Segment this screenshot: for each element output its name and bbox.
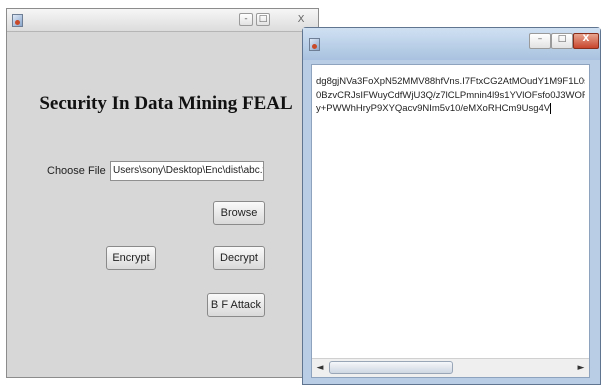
- ciphertext-panel: dg8gjNVa3FoXpN52MMV88hfVns.I7FtxCG2AtMOu…: [311, 64, 590, 378]
- horizontal-scrollbar[interactable]: ◄ ►: [312, 358, 589, 377]
- encrypt-button[interactable]: Encrypt: [106, 246, 156, 270]
- scroll-left-icon[interactable]: ◄: [312, 359, 328, 377]
- minimize-button[interactable]: -: [239, 13, 253, 26]
- minimize-button[interactable]: –: [529, 33, 551, 49]
- bf-attack-button[interactable]: B F Attack: [207, 293, 265, 317]
- text-caret: [550, 102, 552, 114]
- main-title-bar[interactable]: - □ X: [7, 9, 318, 32]
- choose-file-label: Choose File: [47, 165, 106, 177]
- page-title: Security In Data Mining FEAL: [39, 93, 293, 114]
- output-title-bar[interactable]: – □ X: [303, 28, 600, 60]
- decrypt-button[interactable]: Decrypt: [213, 246, 265, 270]
- file-path-field[interactable]: Users\sony\Desktop\Enc\dist\abc.txt: [110, 161, 264, 181]
- main-window: - □ X Security In Data Mining FEAL Choos…: [6, 8, 319, 378]
- maximize-button[interactable]: □: [256, 13, 270, 26]
- ciphertext-line: dg8gjNVa3FoXpN52MMV88hfVns.I7FtxCG2AtMOu…: [316, 76, 585, 87]
- close-button[interactable]: X: [293, 13, 309, 26]
- scrollbar-thumb[interactable]: [329, 361, 453, 374]
- browse-button[interactable]: Browse: [213, 201, 265, 225]
- scroll-right-icon[interactable]: ►: [573, 359, 589, 377]
- ciphertext-line: y+PWWhHryP9XYQacv9NIm5v10/eMXoRHCm9Usg4V: [316, 102, 552, 114]
- close-button[interactable]: X: [573, 33, 599, 49]
- ciphertext-textarea[interactable]: dg8gjNVa3FoXpN52MMV88hfVns.I7FtxCG2AtMOu…: [312, 65, 589, 359]
- ciphertext-line: 0BzvCRJsIFWuyCdfWjU3Q/z7lCLPmnin4l9s1YVl…: [316, 89, 585, 101]
- java-app-icon: [309, 38, 320, 51]
- java-app-icon: [12, 14, 23, 27]
- output-window: – □ X dg8gjNVa3FoXpN52MMV88hfVns.I7FtxCG…: [302, 27, 601, 385]
- maximize-button[interactable]: □: [551, 33, 573, 49]
